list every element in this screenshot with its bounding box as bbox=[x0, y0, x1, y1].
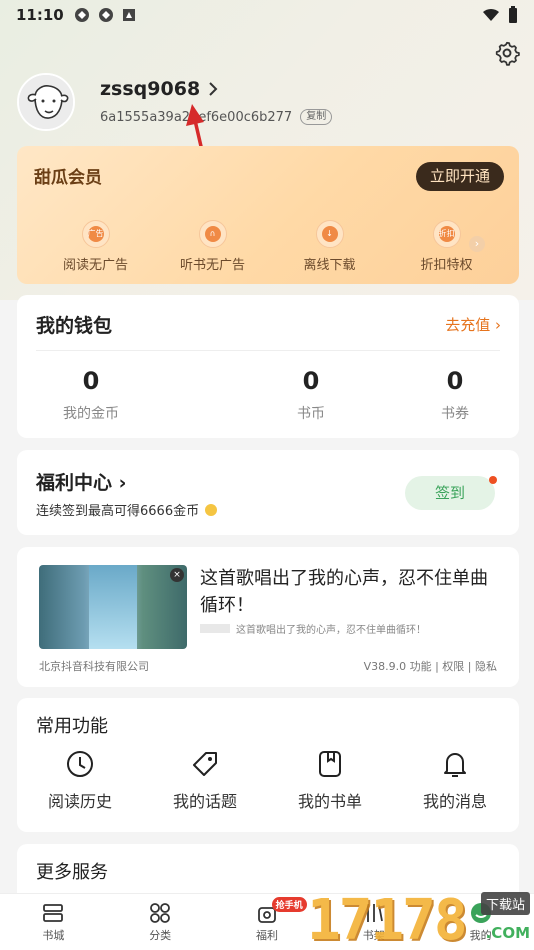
close-icon[interactable]: × bbox=[170, 568, 184, 582]
no-ads-icon: 广告 bbox=[81, 220, 110, 248]
more-title: 更多服务 bbox=[36, 862, 108, 883]
tab-bookstore[interactable]: 书城 bbox=[0, 894, 107, 950]
perk-offline-download[interactable]: ↓ 离线下载 bbox=[271, 220, 388, 273]
ad-card[interactable]: × 这首歌唱出了我的心声，忍不住单曲循环！ 这首歌唱出了我的心声，忍不住单曲循环… bbox=[17, 547, 519, 687]
vip-open-button[interactable]: 立即开通 bbox=[416, 162, 504, 191]
copy-id-button[interactable]: 复制 bbox=[300, 109, 333, 125]
battery-icon bbox=[509, 6, 517, 23]
bell-icon bbox=[444, 753, 466, 777]
bookstore-icon bbox=[43, 904, 64, 922]
divider bbox=[36, 350, 500, 351]
watermark-digits: 17178 bbox=[307, 888, 468, 950]
wifi-icon bbox=[483, 8, 499, 21]
ad-thumbnail[interactable]: × bbox=[39, 565, 187, 649]
perk-discount[interactable]: 折扣 折扣特权 bbox=[388, 220, 505, 273]
stat-vouchers[interactable]: 0 书券 bbox=[405, 367, 505, 423]
coin-icon bbox=[205, 503, 218, 516]
perk-listen-no-ads[interactable]: ∩ 听书无广告 bbox=[154, 220, 271, 273]
watermark-site: 下载站 bbox=[480, 892, 530, 915]
download-icon: ↓ bbox=[315, 220, 344, 248]
headphones-icon: ∩ bbox=[198, 220, 227, 248]
username-row[interactable]: zssq9068 bbox=[100, 78, 218, 100]
watermark-domain: .COM bbox=[485, 924, 530, 942]
ad-meta[interactable]: V38.9.0 功能 | 权限 | 隐私 bbox=[364, 658, 497, 674]
chevron-right-icon bbox=[209, 82, 218, 96]
func-reading-history[interactable]: 阅读历史 bbox=[30, 748, 130, 812]
booklist-icon bbox=[319, 751, 341, 777]
notification-icon bbox=[74, 8, 89, 22]
perk-read-no-ads[interactable]: 广告 阅读无广告 bbox=[37, 220, 154, 273]
func-my-topics[interactable]: 我的话题 bbox=[155, 748, 255, 812]
func-my-messages[interactable]: 我的消息 bbox=[405, 748, 505, 812]
red-dot-badge bbox=[489, 476, 497, 484]
ad-headline: 这首歌唱出了我的心声，忍不住单曲循环！ bbox=[200, 568, 488, 616]
welfare-desc: 连续签到最高可得6666金币 bbox=[36, 500, 218, 519]
vip-membership-card[interactable]: 甜瓜会员 立即开通 广告 阅读无广告 ∩ 听书无广告 ↓ 离线下载 折扣 折扣特… bbox=[17, 146, 519, 284]
wallet-card: 我的钱包 去充值 › 0 我的金币 0 书币 0 书券 bbox=[17, 295, 519, 438]
ad-subtitle: 这首歌唱出了我的心声，忍不住单曲循环！ bbox=[200, 621, 426, 636]
clock-icon bbox=[67, 751, 93, 777]
settings-gear-icon[interactable] bbox=[494, 40, 520, 66]
tab-category[interactable]: 分类 bbox=[107, 894, 214, 950]
notification-icon bbox=[98, 8, 113, 22]
app-notification-icon bbox=[122, 9, 135, 21]
tag-icon bbox=[193, 752, 217, 776]
status-bar: 11:10 bbox=[0, 0, 534, 30]
perks-more-icon[interactable]: › bbox=[469, 236, 485, 252]
tab-badge: 抢手机 bbox=[271, 897, 307, 912]
ad-company: 北京抖音科技有限公司 bbox=[39, 660, 149, 673]
category-icon bbox=[150, 903, 171, 923]
status-time: 11:10 bbox=[16, 6, 64, 24]
site-watermark: 17178 下载站 .COM bbox=[305, 884, 534, 950]
discount-icon: 折扣 bbox=[432, 220, 461, 248]
stat-coins[interactable]: 0 我的金币 bbox=[41, 367, 141, 423]
avatar[interactable] bbox=[17, 73, 75, 131]
welfare-card[interactable]: 福利中心 › 连续签到最高可得6666金币 签到 bbox=[17, 450, 519, 535]
wallet-title: 我的钱包 bbox=[36, 315, 113, 337]
stat-book-coins[interactable]: 0 书币 bbox=[261, 367, 361, 423]
common-functions-card: 常用功能 阅读历史 我的话题 我的书单 我的消息 bbox=[17, 698, 519, 832]
username: zssq9068 bbox=[100, 78, 201, 100]
vip-title: 甜瓜会员 bbox=[34, 168, 102, 188]
recharge-link[interactable]: 去充值 › bbox=[445, 314, 501, 335]
func-my-booklist[interactable]: 我的书单 bbox=[280, 748, 380, 812]
welfare-title: 福利中心 › bbox=[36, 472, 127, 494]
vip-perks: 广告 阅读无广告 ∩ 听书无广告 ↓ 离线下载 折扣 折扣特权 bbox=[37, 220, 507, 273]
common-title: 常用功能 bbox=[36, 716, 108, 737]
checkin-button[interactable]: 签到 bbox=[405, 476, 495, 510]
